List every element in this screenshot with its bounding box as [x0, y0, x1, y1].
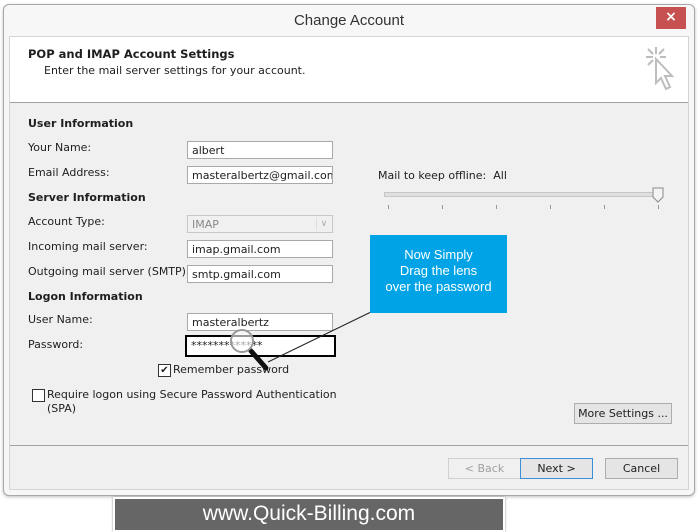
callout-line-3: over the password — [385, 279, 492, 294]
instruction-callout: Now Simply Drag the lens over the passwo… — [370, 235, 507, 313]
callout-line-2: Drag the lens — [399, 263, 478, 278]
magnifier-lens-icon — [230, 329, 269, 371]
website-banner: www.Quick-Billing.com — [113, 497, 505, 532]
callout-pointer-line — [267, 311, 372, 363]
annotation-overlay — [230, 311, 372, 371]
callout-line-1: Now Simply — [404, 247, 473, 262]
